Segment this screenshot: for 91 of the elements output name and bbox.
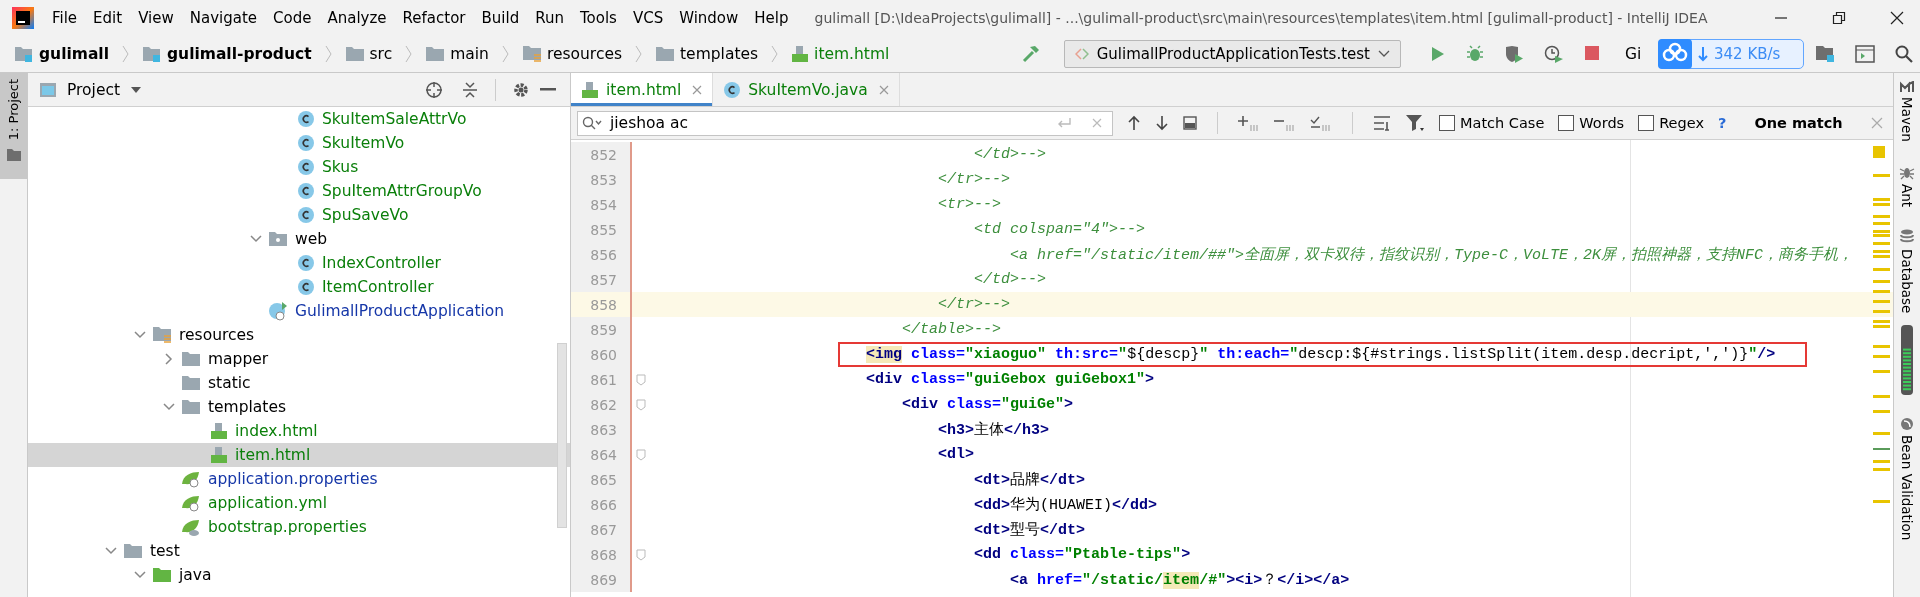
menu-item[interactable]: Tools [579, 9, 617, 27]
menu-item[interactable]: Run [535, 9, 564, 27]
line-number: 867 [571, 517, 632, 542]
menu-item[interactable]: Analyze [327, 9, 387, 27]
line-number: 860 [571, 342, 632, 367]
tree-item[interactable]: IndexController [28, 251, 570, 275]
tree-item[interactable]: application.properties [28, 467, 570, 491]
help-link[interactable]: ? [1717, 115, 1727, 131]
code-line: <h3>主体</h3> [938, 420, 1050, 439]
code-line: <a href="/static/item/#"><i>？</i></a> [1010, 571, 1350, 589]
menu-item[interactable]: Edit [93, 9, 123, 27]
code-line: <tr>--> [938, 196, 1002, 213]
menu-item[interactable]: Window [679, 9, 739, 27]
menu-item[interactable]: VCS [632, 9, 664, 27]
tree-item[interactable]: static [28, 371, 570, 395]
tree-item[interactable]: index.html [28, 419, 570, 443]
tree-item[interactable]: test [28, 539, 570, 563]
code-line: <div class="guiGe"> [902, 396, 1074, 413]
line-number: 859 [571, 317, 632, 342]
line-number: 861 [571, 367, 632, 392]
window-title: gulimall [D:\IdeaProjects\gulimall] - ...\gulimall-product\src\main\resources\templates\item.html [gulimall-product] - IntelliJ IDEA [814, 10, 1708, 26]
tool-window-tab[interactable]: Database [1899, 228, 1915, 396]
code-line: </tr>--> [938, 296, 1011, 313]
checkbox[interactable]: Words [1558, 115, 1625, 131]
tree-item[interactable]: bootstrap.properties [28, 515, 570, 539]
breadcrumb-item[interactable]: main [425, 45, 489, 63]
menu-item[interactable]: File [52, 9, 78, 27]
line-number: 853 [571, 167, 632, 192]
tree-item[interactable]: item.html [28, 443, 570, 467]
code-line: <dt>型号</dt> [974, 521, 1086, 539]
code-line: <dl> [938, 446, 975, 463]
line-number: 862 [571, 392, 632, 417]
tree-item[interactable]: web [28, 227, 570, 251]
code-line: <td colspan="4">--> [974, 221, 1146, 238]
line-number: 863 [571, 417, 632, 442]
tool-window-tab[interactable]: Maven [1899, 81, 1915, 142]
menu-item[interactable]: Help [754, 9, 789, 27]
match-count: One match [1754, 115, 1843, 131]
tree-item[interactable]: templates [28, 395, 570, 419]
line-number: 856 [571, 242, 632, 267]
line-number: 866 [571, 492, 632, 517]
tree-item[interactable]: SkuItemSaleAttrVo [28, 107, 570, 131]
code-line: </table>--> [902, 321, 1002, 338]
menu-item[interactable]: Navigate [189, 9, 258, 27]
line-number: 865 [571, 467, 632, 492]
tool-window-tab[interactable]: Ant [1899, 163, 1915, 207]
tree-item[interactable]: SpuSaveVo [28, 203, 570, 227]
code-line: <dd class="Ptable-tips"> [974, 546, 1191, 563]
line-number: 855 [571, 217, 632, 242]
menu-item[interactable]: View [138, 9, 174, 27]
tool-window-tab[interactable]: Bean Validation [1899, 417, 1915, 541]
tree-item[interactable]: application.yml [28, 491, 570, 515]
tree-item[interactable]: resources [28, 323, 570, 347]
menu-item[interactable]: Refactor [402, 9, 466, 27]
menu-item[interactable]: Code [273, 9, 312, 27]
menu-item[interactable]: Build [481, 9, 520, 27]
code-line: </td>--> [974, 146, 1047, 163]
line-number: 854 [571, 192, 632, 217]
editor-tab[interactable]: SkuItemVo.java [713, 73, 900, 106]
breadcrumb-item[interactable]: gulimall [14, 45, 109, 63]
code-line: <a href="/static/item/##">全面屏，双卡双待，指纹识别，Type-C，VoLTE，2K屏，拍照神器，支持NFC，商务手机， [1010, 245, 1854, 264]
line-number: 857 [571, 267, 632, 292]
line-number: 869 [571, 567, 632, 592]
code-line: <dd>华为(HUAWEI)</dd> [974, 495, 1158, 514]
tree-item[interactable]: Skus [28, 155, 570, 179]
code-line: </tr>--> [938, 171, 1011, 188]
editor-tab[interactable]: item.html [571, 73, 714, 106]
tree-item[interactable]: java [28, 563, 570, 587]
code-line: </td>--> [974, 271, 1047, 288]
code-line: <dt>品牌</dt> [974, 471, 1086, 489]
vcs-label[interactable]: Gi [1625, 45, 1649, 63]
breadcrumb-item[interactable]: templates [655, 45, 759, 63]
breadcrumb-item[interactable]: resources [521, 45, 623, 63]
tree-item[interactable]: SpuItemAttrGroupVo [28, 179, 570, 203]
line-number: 852 [571, 142, 632, 167]
checkbox[interactable]: Match Case [1439, 115, 1545, 131]
download-speed: 342 KB/s [1714, 45, 1781, 63]
tree-item[interactable]: mapper [28, 347, 570, 371]
tree-item[interactable]: SkuItemVo [28, 131, 570, 155]
tree-item[interactable]: GulimallProductApplication [28, 299, 570, 323]
breadcrumb-item[interactable]: src [344, 45, 393, 63]
checkbox[interactable]: Regex [1638, 115, 1704, 131]
run-config-dropdown[interactable]: GulimallProductApplicationTests.test [1063, 40, 1401, 68]
breadcrumb-item[interactable]: gulimall-product [142, 45, 312, 63]
panel-title[interactable]: Project [67, 80, 121, 99]
line-number: 864 [571, 442, 632, 467]
project-tool-tab[interactable]: 1: Project [0, 73, 27, 179]
code-line: <div class="guiGebox guiGebox1"> [866, 371, 1155, 388]
tree-item[interactable]: ItemController [28, 275, 570, 299]
breadcrumb-item[interactable]: item.html [791, 45, 890, 63]
line-number: 868 [571, 542, 632, 567]
